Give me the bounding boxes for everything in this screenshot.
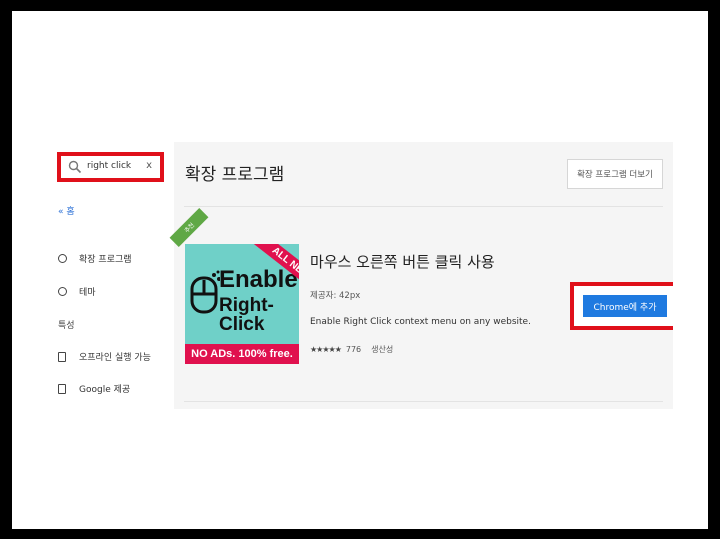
category-extensions-option[interactable]: 확장 프로그램 bbox=[58, 252, 132, 265]
category-label: 확장 프로그램 bbox=[79, 255, 132, 265]
category-label: 테마 bbox=[79, 288, 96, 298]
sidebar: right click x « 홈 확장 프로그램 테마 특성 오프라인 실행 … bbox=[50, 142, 174, 409]
home-link[interactable]: « 홈 bbox=[58, 204, 75, 217]
thumbnail-band: NO ADs. 100% free. bbox=[185, 344, 299, 364]
extension-provider: 제공자: 42px bbox=[310, 291, 361, 301]
rating-count: 776 bbox=[345, 345, 362, 354]
divider bbox=[184, 206, 663, 207]
features-heading: 특성 bbox=[58, 321, 75, 331]
extension-thumbnail[interactable]: Enable Right-Click ALL NEW NO ADs. 100% … bbox=[185, 244, 299, 364]
clear-search-button[interactable]: x bbox=[146, 160, 152, 171]
featured-flag: 추천 bbox=[169, 208, 209, 247]
extension-rating: ★★★★★ 776 생산성 bbox=[310, 344, 393, 355]
add-button-highlight: Chrome에 추가 bbox=[570, 282, 673, 330]
mouse-icon bbox=[190, 270, 220, 314]
extension-title[interactable]: 마우스 오른쪽 버튼 클릭 사용 bbox=[310, 251, 495, 272]
feature-label: Google 제공 bbox=[79, 385, 131, 395]
category-themes-option[interactable]: 테마 bbox=[58, 285, 96, 298]
search-icon bbox=[68, 160, 82, 174]
divider bbox=[184, 401, 663, 402]
checkbox-icon[interactable] bbox=[58, 383, 66, 394]
checkbox-icon[interactable] bbox=[58, 351, 66, 362]
feature-label: 오프라인 실행 가능 bbox=[79, 353, 151, 363]
thumbnail-logo-text: Enable Right-Click bbox=[219, 266, 298, 335]
rating-stars: ★★★★★ bbox=[310, 345, 342, 354]
extension-description: Enable Right Click context menu on any w… bbox=[310, 317, 531, 327]
search-box[interactable]: right click x bbox=[57, 152, 164, 182]
web-store-screenshot: right click x « 홈 확장 프로그램 테마 특성 오프라인 실행 … bbox=[50, 142, 673, 409]
feature-offline-option[interactable]: 오프라인 실행 가능 bbox=[58, 350, 151, 363]
more-extensions-button[interactable]: 확장 프로그램 더보기 bbox=[567, 159, 663, 189]
extension-category: 생산성 bbox=[371, 345, 394, 354]
page-title: 확장 프로그램 bbox=[185, 165, 285, 185]
main-content: 확장 프로그램 확장 프로그램 더보기 추천 Enable Right-Clic… bbox=[169, 142, 673, 409]
radio-icon[interactable] bbox=[58, 254, 67, 263]
image-frame: right click x « 홈 확장 프로그램 테마 특성 오프라인 실행 … bbox=[12, 11, 708, 529]
search-input[interactable]: right click bbox=[87, 161, 131, 171]
feature-by-google-option[interactable]: Google 제공 bbox=[58, 382, 130, 395]
radio-icon[interactable] bbox=[58, 287, 67, 296]
add-to-chrome-button[interactable]: Chrome에 추가 bbox=[583, 295, 667, 317]
